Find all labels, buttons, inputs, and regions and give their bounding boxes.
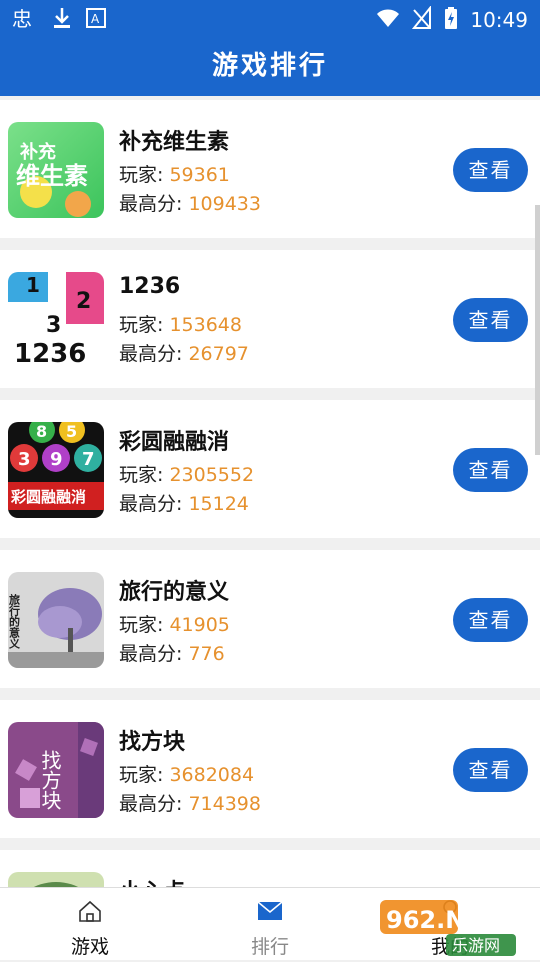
bug-icon: 忠 <box>12 6 38 34</box>
view-button[interactable]: 查看 <box>453 298 528 342</box>
thumb-text: 3 <box>46 313 61 338</box>
high-score-label: 最高分: <box>119 493 183 515</box>
tab-ranking[interactable]: 排行 <box>210 888 330 961</box>
download-icon <box>52 6 72 34</box>
game-thumbnail[interactable] <box>8 872 104 887</box>
battery-icon <box>444 6 458 34</box>
thumb-text: 8 <box>36 422 47 441</box>
game-card[interactable]: 1 2 3 1236 1236 玩家: 153648 最高分: 26797 查看 <box>0 250 540 388</box>
status-left-icons: 忠 A <box>12 6 106 34</box>
status-bar: 忠 A 10:49 <box>0 0 540 36</box>
page-title: 游戏排行 <box>211 51 328 81</box>
players-row: 玩家: 2305552 <box>119 460 254 487</box>
wifi-icon <box>376 6 400 34</box>
game-card[interactable]: 8 5 3 9 7 彩圆融融消 彩圆融融消 玩家: 2305552 最高分: 1… <box>0 400 540 538</box>
app-bar: 游戏排行 <box>0 36 540 96</box>
game-title: 补充维生素 <box>119 130 230 155</box>
status-time: 10:49 <box>470 8 528 32</box>
thumb-text: 1 <box>26 273 40 297</box>
status-right-icons: 10:49 <box>376 5 528 34</box>
game-card[interactable]: 旅行的意义 旅行的意义 玩家: 41905 最高分: 776 查看 <box>0 550 540 688</box>
players-row: 玩家: 59361 <box>119 160 230 187</box>
thumb-text: 1236 <box>14 339 86 368</box>
players-row: 玩家: 3682084 <box>119 760 254 787</box>
players-value: 41905 <box>169 614 230 636</box>
thumb-text: 彩圆融融消 <box>10 488 86 506</box>
thumb-text: 7 <box>82 449 95 470</box>
players-label: 玩家: <box>119 464 164 486</box>
game-thumbnail[interactable]: 旅行的意义 <box>8 572 104 668</box>
high-score-row: 最高分: 26797 <box>119 339 249 366</box>
high-score-row: 最高分: 714398 <box>119 789 261 816</box>
watermark-brand: 962.NET <box>386 906 499 934</box>
thumb-text: 补充 <box>19 141 56 163</box>
thumb-text: 9 <box>50 449 63 470</box>
tab-label: 游戏 <box>70 936 109 958</box>
view-button[interactable]: 查看 <box>453 748 528 792</box>
players-label: 玩家: <box>119 164 164 186</box>
view-button[interactable]: 查看 <box>453 598 528 642</box>
high-score-value: 714398 <box>188 793 261 815</box>
game-card[interactable]: 小心点 <box>0 850 540 887</box>
game-card[interactable]: 补充 维生素 补充维生素 玩家: 59361 最高分: 109433 查看 <box>0 100 540 238</box>
view-button[interactable]: 查看 <box>453 448 528 492</box>
game-card[interactable]: 找方块 找方块 玩家: 3682084 最高分: 714398 查看 <box>0 700 540 838</box>
game-thumbnail[interactable]: 8 5 3 9 7 彩圆融融消 <box>8 422 104 518</box>
no-signal-icon <box>412 5 432 34</box>
watermark-logo: 962.NET 乐游网 <box>380 898 530 958</box>
high-score-label: 最高分: <box>119 643 183 665</box>
thumb-text: 旅行的意义 <box>8 593 21 649</box>
watermark-subtitle: 乐游网 <box>452 936 500 955</box>
high-score-row: 最高分: 776 <box>119 639 225 666</box>
home-icon <box>76 898 104 928</box>
game-title: 1236 <box>119 274 181 299</box>
players-row: 玩家: 41905 <box>119 610 230 637</box>
players-row: 玩家: 153648 <box>119 310 242 337</box>
game-title: 旅行的意义 <box>119 580 230 605</box>
game-thumbnail[interactable]: 1 2 3 1236 <box>8 272 104 368</box>
mail-icon <box>256 898 284 928</box>
thumb-text: 维生素 <box>16 162 88 190</box>
game-list[interactable]: 补充 维生素 补充维生素 玩家: 59361 最高分: 109433 查看 1 … <box>0 100 540 887</box>
high-score-label: 最高分: <box>119 793 183 815</box>
high-score-row: 最高分: 109433 <box>119 189 261 216</box>
players-value: 59361 <box>169 164 230 186</box>
high-score-value: 15124 <box>188 493 249 515</box>
players-label: 玩家: <box>119 314 164 336</box>
high-score-value: 26797 <box>188 343 249 365</box>
game-title: 彩圆融融消 <box>119 430 230 455</box>
thumb-text: 找方块 <box>38 750 62 810</box>
high-score-value: 776 <box>188 643 225 665</box>
thumb-text: 5 <box>66 422 77 441</box>
players-label: 玩家: <box>119 764 164 786</box>
high-score-value: 109433 <box>188 193 261 215</box>
font-icon: A <box>86 6 106 34</box>
game-title: 小心点 <box>119 874 185 887</box>
game-thumbnail[interactable]: 找方块 <box>8 722 104 818</box>
svg-text:忠: 忠 <box>12 7 32 30</box>
thumb-text: 2 <box>76 289 91 314</box>
game-title: 找方块 <box>119 730 186 755</box>
players-value: 2305552 <box>169 464 255 486</box>
view-button[interactable]: 查看 <box>453 148 528 192</box>
players-value: 153648 <box>169 314 242 336</box>
svg-text:A: A <box>91 12 100 26</box>
scroll-indicator[interactable] <box>535 205 540 455</box>
high-score-row: 最高分: 15124 <box>119 489 249 516</box>
tab-label: 排行 <box>250 936 289 958</box>
tab-games[interactable]: 游戏 <box>30 888 150 961</box>
players-value: 3682084 <box>169 764 255 786</box>
high-score-label: 最高分: <box>119 193 183 215</box>
thumb-text: 3 <box>18 449 31 470</box>
players-label: 玩家: <box>119 614 164 636</box>
high-score-label: 最高分: <box>119 343 183 365</box>
game-thumbnail[interactable]: 补充 维生素 <box>8 122 104 218</box>
